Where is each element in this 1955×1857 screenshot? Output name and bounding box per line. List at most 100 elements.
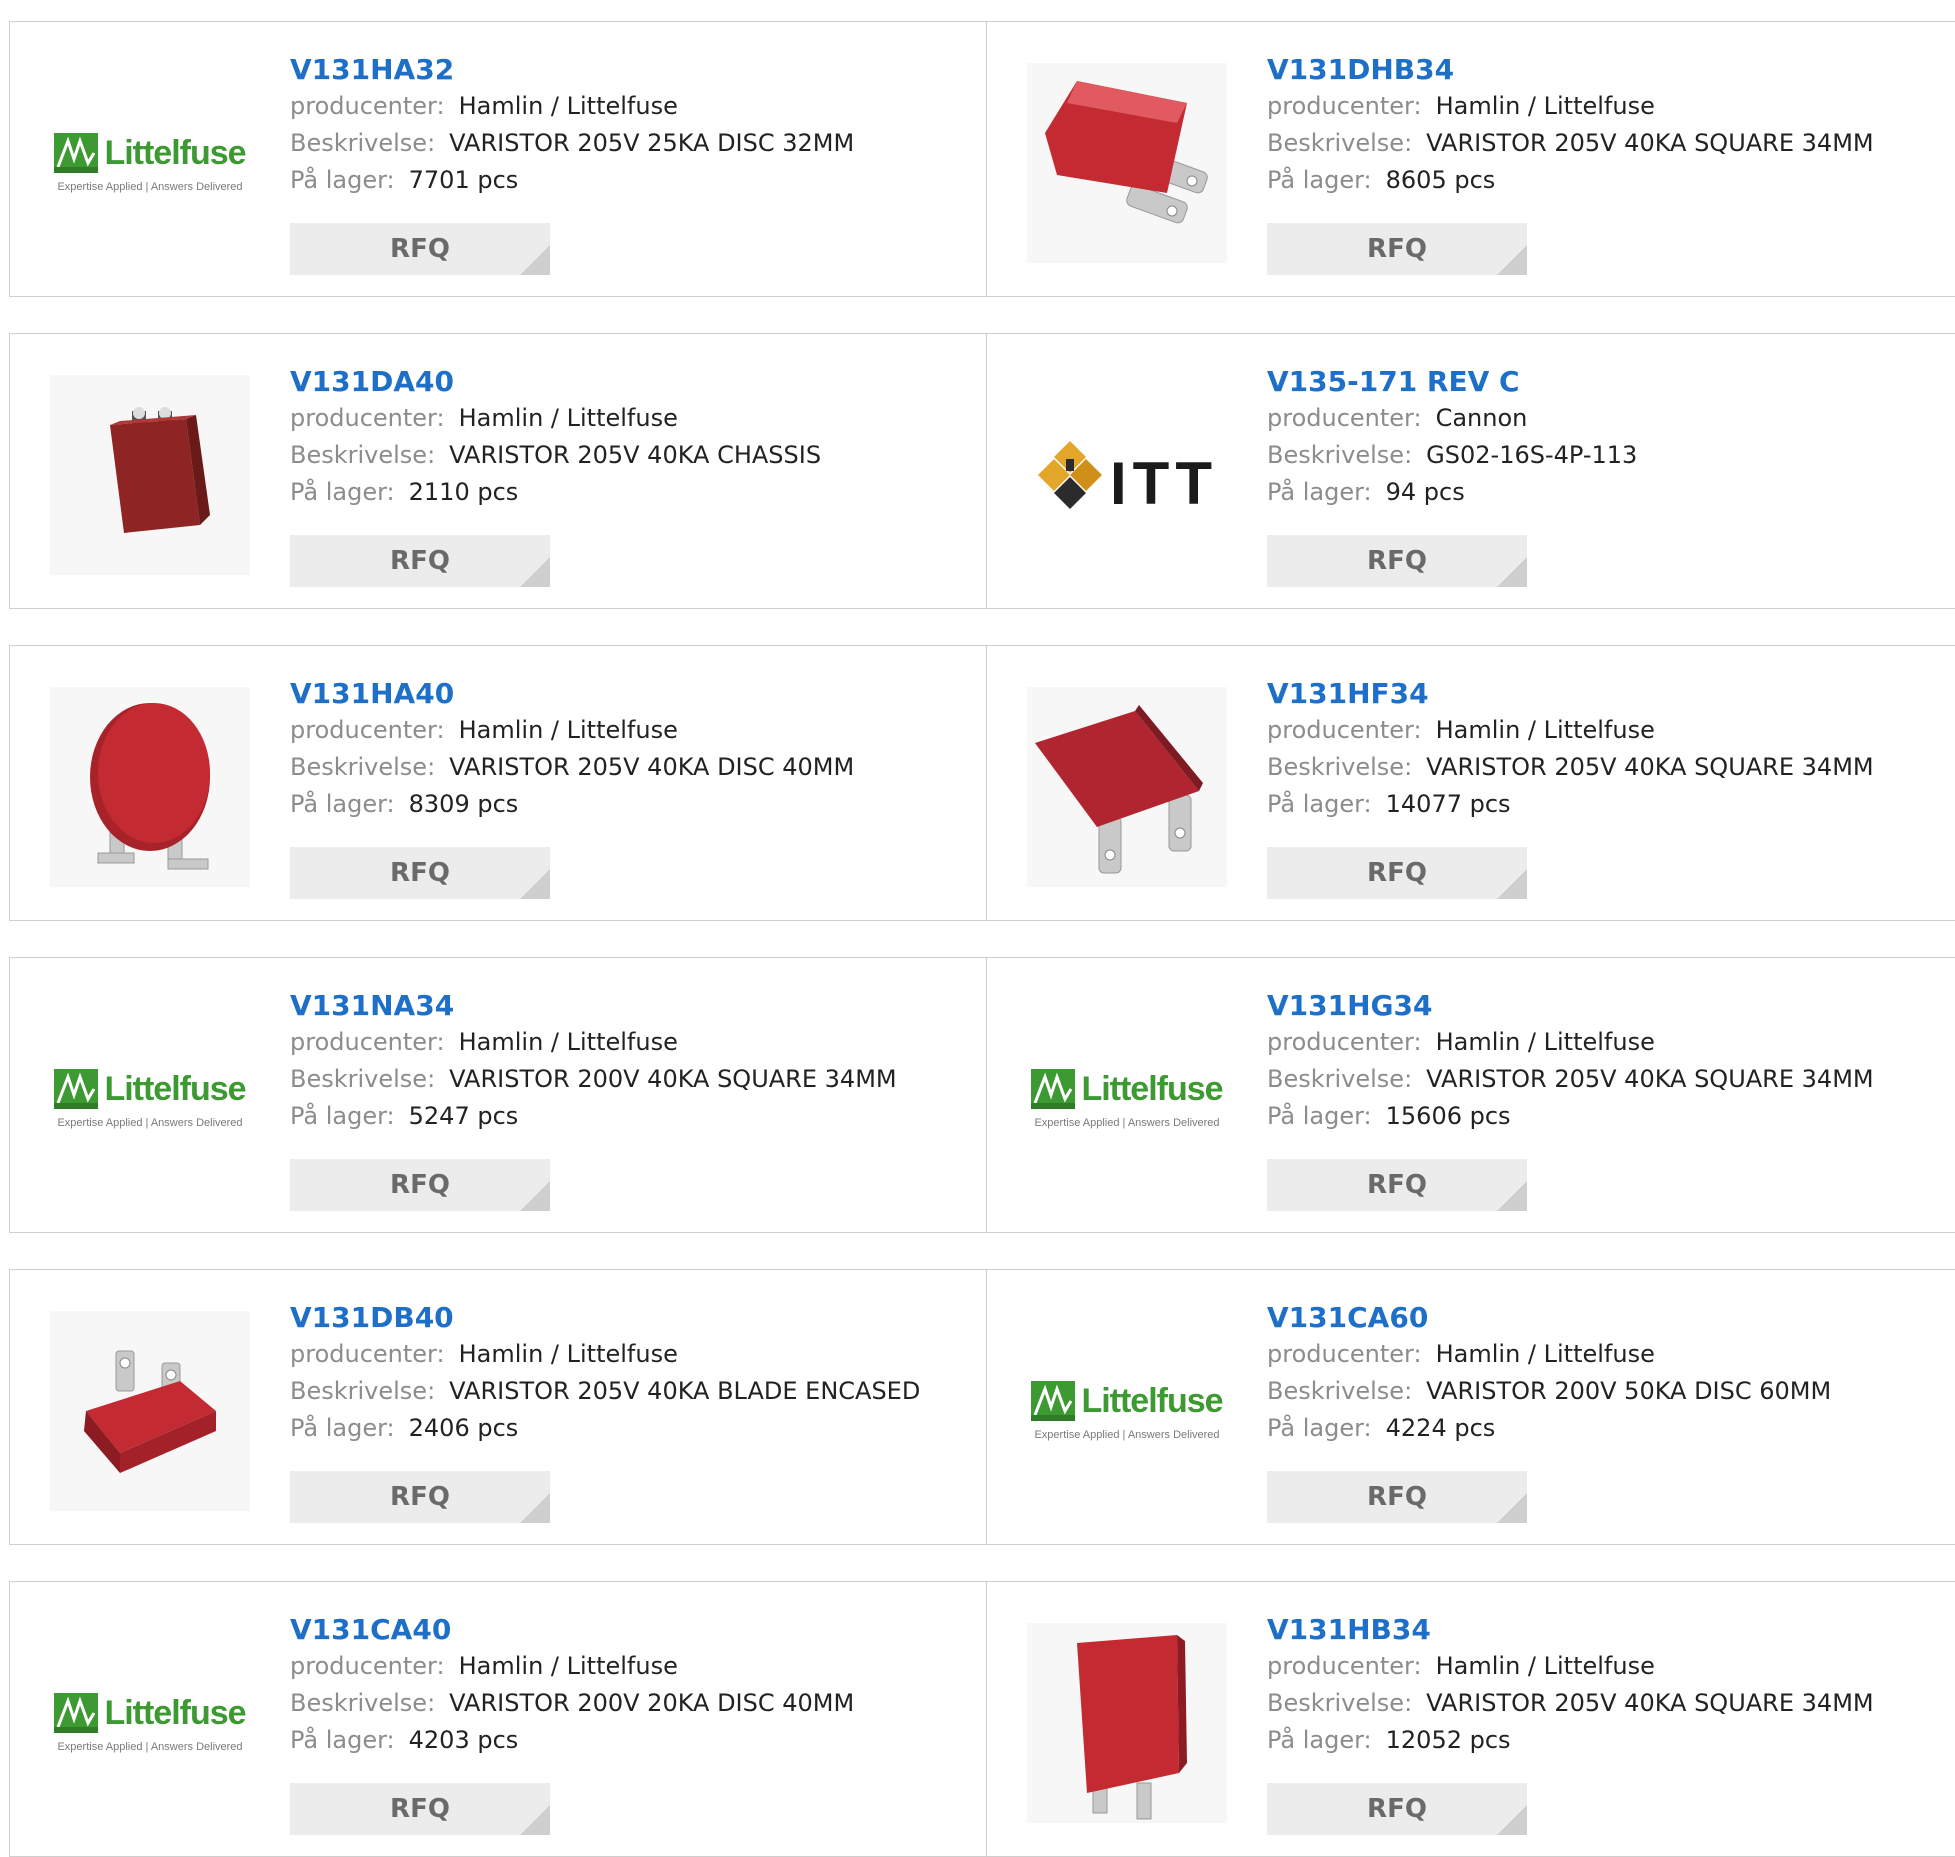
product-card: V131HF34 producenter: Hamlin / Littelfuse… bbox=[986, 645, 1955, 921]
description-label: Beskrivelse: bbox=[290, 441, 436, 469]
manufacturer-row: producenter: Hamlin / Littelfuse bbox=[1267, 1648, 1955, 1685]
product-image[interactable] bbox=[50, 687, 250, 887]
description-label: Beskrivelse: bbox=[1267, 441, 1413, 469]
rfq-button[interactable]: RFQ bbox=[290, 535, 550, 587]
rfq-label: RFQ bbox=[390, 234, 450, 264]
description-value: VARISTOR 205V 40KA SQUARE 34MM bbox=[1426, 1689, 1874, 1717]
stock-label: På lager: bbox=[1267, 166, 1372, 194]
product-info: V131HA40 producenter: Hamlin / Littelfuse… bbox=[290, 676, 976, 823]
product-image[interactable]: ITT bbox=[1027, 375, 1227, 575]
littelfuse-mark-icon bbox=[1031, 1069, 1076, 1109]
stock-row: På lager: 8605 pcs bbox=[1267, 162, 1955, 199]
littelfuse-wordmark: Littelfuse bbox=[104, 1693, 246, 1732]
product-image[interactable]: Littelfuse Expertise Applied | Answers De… bbox=[50, 1623, 250, 1823]
description-label: Beskrivelse: bbox=[1267, 753, 1413, 781]
description-value: GS02-16S-4P-113 bbox=[1426, 441, 1638, 469]
rfq-button[interactable]: RFQ bbox=[1267, 1471, 1527, 1523]
part-number-link[interactable]: V131NA34 bbox=[290, 988, 976, 1024]
stock-label: På lager: bbox=[290, 1726, 395, 1754]
product-image[interactable]: Littelfuse Expertise Applied | Answers De… bbox=[50, 63, 250, 263]
corner-triangle-icon bbox=[520, 245, 550, 275]
description-row: Beskrivelse: VARISTOR 205V 40KA SQUARE 34… bbox=[1267, 749, 1955, 786]
littelfuse-mark-icon bbox=[54, 133, 99, 173]
product-image[interactable] bbox=[50, 375, 250, 575]
itt-logo-icon: ITT bbox=[1036, 439, 1218, 517]
description-row: Beskrivelse: VARISTOR 205V 40KA BLADE ENC… bbox=[290, 1373, 976, 1410]
product-card: Littelfuse Expertise Applied | Answers De… bbox=[9, 957, 987, 1233]
description-label: Beskrivelse: bbox=[1267, 1689, 1413, 1717]
rfq-button[interactable]: RFQ bbox=[1267, 847, 1527, 899]
part-number-link[interactable]: V131CA60 bbox=[1267, 1300, 1955, 1336]
rfq-label: RFQ bbox=[1367, 1794, 1427, 1824]
stock-value: 15606 pcs bbox=[1385, 1102, 1511, 1130]
product-image[interactable]: Littelfuse Expertise Applied | Answers De… bbox=[50, 999, 250, 1199]
littelfuse-mark-icon bbox=[54, 1693, 99, 1733]
product-image[interactable] bbox=[1027, 63, 1227, 263]
littelfuse-wordmark: Littelfuse bbox=[1081, 1069, 1223, 1108]
description-label: Beskrivelse: bbox=[290, 1065, 436, 1093]
stock-label: På lager: bbox=[290, 1414, 395, 1442]
manufacturer-label: producenter: bbox=[1267, 92, 1422, 120]
stock-value: 14077 pcs bbox=[1385, 790, 1511, 818]
manufacturer-value: Hamlin / Littelfuse bbox=[458, 1652, 678, 1680]
corner-triangle-icon bbox=[1497, 557, 1527, 587]
manufacturer-value: Cannon bbox=[1435, 404, 1528, 432]
stock-row: På lager: 2406 pcs bbox=[290, 1410, 976, 1447]
corner-triangle-icon bbox=[520, 1493, 550, 1523]
product-image[interactable] bbox=[1027, 1623, 1227, 1823]
stock-label: På lager: bbox=[1267, 790, 1372, 818]
part-number-link[interactable]: V131HB34 bbox=[1267, 1612, 1955, 1648]
part-number-link[interactable]: V131HG34 bbox=[1267, 988, 1955, 1024]
product-info: V135-171 REV C producenter: Cannon Beskri… bbox=[1267, 364, 1955, 511]
manufacturer-value: Hamlin / Littelfuse bbox=[1435, 1028, 1655, 1056]
manufacturer-row: producenter: Hamlin / Littelfuse bbox=[1267, 1336, 1955, 1373]
rfq-button[interactable]: RFQ bbox=[290, 1159, 550, 1211]
itt-wordmark: ITT bbox=[1110, 450, 1218, 517]
part-number-link[interactable]: V131HF34 bbox=[1267, 676, 1955, 712]
rfq-button[interactable]: RFQ bbox=[1267, 535, 1527, 587]
rfq-button[interactable]: RFQ bbox=[290, 1471, 550, 1523]
stock-value: 4203 pcs bbox=[408, 1726, 519, 1754]
corner-triangle-icon bbox=[1497, 1805, 1527, 1835]
stock-value: 12052 pcs bbox=[1385, 1726, 1511, 1754]
manufacturer-value: Hamlin / Littelfuse bbox=[458, 716, 678, 744]
product-image[interactable]: Littelfuse Expertise Applied | Answers De… bbox=[1027, 999, 1227, 1199]
product-image[interactable] bbox=[50, 1311, 250, 1511]
manufacturer-row: producenter: Hamlin / Littelfuse bbox=[1267, 712, 1955, 749]
description-row: Beskrivelse: VARISTOR 200V 40KA SQUARE 34… bbox=[290, 1061, 976, 1098]
disc-varistor-icon bbox=[90, 703, 210, 870]
part-number-link[interactable]: V131HA32 bbox=[290, 52, 976, 88]
corner-triangle-icon bbox=[520, 557, 550, 587]
rfq-label: RFQ bbox=[1367, 1482, 1427, 1512]
description-value: VARISTOR 205V 40KA SQUARE 34MM bbox=[1426, 1065, 1874, 1093]
product-image[interactable] bbox=[1027, 687, 1227, 887]
manufacturer-row: producenter: Hamlin / Littelfuse bbox=[290, 1648, 976, 1685]
rfq-button[interactable]: RFQ bbox=[1267, 1783, 1527, 1835]
manufacturer-label: producenter: bbox=[1267, 1028, 1422, 1056]
rfq-button[interactable]: RFQ bbox=[1267, 1159, 1527, 1211]
square-varistor-icon bbox=[1035, 705, 1203, 874]
blade-varistor-icon bbox=[84, 1350, 216, 1473]
rfq-button[interactable]: RFQ bbox=[290, 1783, 550, 1835]
product-card: V131HB34 producenter: Hamlin / Littelfuse… bbox=[986, 1581, 1955, 1857]
manufacturer-value: Hamlin / Littelfuse bbox=[1435, 716, 1655, 744]
rfq-button[interactable]: RFQ bbox=[1267, 223, 1527, 275]
rfq-button[interactable]: RFQ bbox=[290, 223, 550, 275]
manufacturer-value: Hamlin / Littelfuse bbox=[458, 1340, 678, 1368]
part-number-link[interactable]: V131DB40 bbox=[290, 1300, 976, 1336]
manufacturer-label: producenter: bbox=[290, 404, 445, 432]
product-image[interactable]: Littelfuse Expertise Applied | Answers De… bbox=[1027, 1311, 1227, 1511]
rfq-label: RFQ bbox=[390, 858, 450, 888]
stock-value: 2110 pcs bbox=[408, 478, 519, 506]
part-number-link[interactable]: V131DA40 bbox=[290, 364, 976, 400]
part-number-link[interactable]: V131DHB34 bbox=[1267, 52, 1955, 88]
part-number-link[interactable]: V131CA40 bbox=[290, 1612, 976, 1648]
part-number-link[interactable]: V131HA40 bbox=[290, 676, 976, 712]
littelfuse-tagline: Expertise Applied | Answers Delivered bbox=[57, 181, 243, 193]
part-number-link[interactable]: V135-171 REV C bbox=[1267, 364, 1955, 400]
stock-label: På lager: bbox=[290, 1102, 395, 1130]
rfq-button[interactable]: RFQ bbox=[290, 847, 550, 899]
stock-row: På lager: 5247 pcs bbox=[290, 1098, 976, 1135]
stock-row: På lager: 14077 pcs bbox=[1267, 786, 1955, 823]
manufacturer-row: producenter: Hamlin / Littelfuse bbox=[290, 1336, 976, 1373]
